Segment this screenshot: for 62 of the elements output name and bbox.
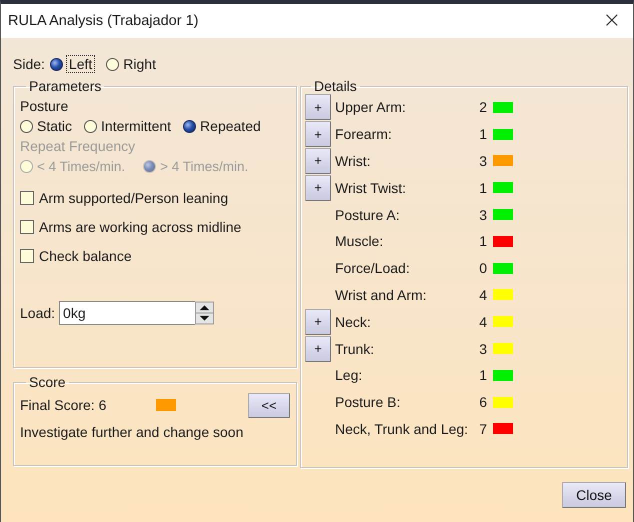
radio-label[interactable]: Repeated [200, 118, 261, 134]
detail-label: Wrist and Arm: [335, 286, 428, 303]
detail-label: Neck, Trunk and Leg: [335, 420, 469, 437]
posture-label: Posture [20, 98, 70, 114]
checkbox[interactable] [20, 220, 34, 234]
checkbox-label[interactable]: Arm supported/Person leaning [39, 190, 228, 206]
detail-label: Wrist Twist: [335, 180, 408, 196]
checkbox-label[interactable]: Arms are working across midline [39, 218, 242, 234]
detail-label: Muscle: [335, 233, 384, 250]
radio-label[interactable]: Left [66, 56, 94, 72]
detail-label: Leg: [335, 367, 364, 384]
detail-score: 0 [478, 260, 487, 276]
panel-title: Score [28, 374, 67, 390]
load-field[interactable]: 0kg [59, 301, 196, 325]
detail-label: Posture B: [335, 394, 402, 410]
detail-score: 4 [478, 314, 487, 330]
detail-label: Wrist: [335, 152, 372, 169]
detail-label: Trunk: [335, 340, 376, 357]
detail-score: 1 [478, 126, 487, 142]
radio-label[interactable]: Right [123, 56, 156, 72]
radio-label[interactable]: Static [37, 118, 72, 134]
close-button[interactable]: Close [562, 482, 626, 508]
side-label: Side: [13, 56, 45, 72]
detail-label: Force/Load: [335, 260, 411, 276]
detail-score: 3 [478, 152, 487, 169]
detail-label: Upper Arm: [335, 99, 407, 116]
detail-score: 2 [478, 99, 487, 116]
detail-score: 1 [478, 180, 487, 196]
expand-button[interactable]: + [305, 121, 331, 148]
detail-score: 7 [478, 420, 487, 437]
checkbox-label[interactable]: Check balance [39, 248, 132, 264]
collapse-button[interactable]: << [248, 392, 290, 418]
detail-score: 3 [478, 206, 487, 223]
checkbox[interactable] [20, 190, 34, 204]
radio-label[interactable]: Intermittent [101, 118, 172, 134]
radio-button[interactable] [183, 120, 196, 132]
expand-button[interactable]: + [305, 174, 331, 201]
radio-button[interactable] [84, 120, 98, 132]
checkbox[interactable] [20, 248, 34, 262]
detail-score: 6 [478, 394, 487, 410]
radio-button[interactable] [20, 120, 33, 132]
detail-score: 1 [478, 367, 487, 384]
detail-score: 3 [478, 340, 487, 357]
panel-title: Details [313, 78, 358, 94]
final-score: Final Score: 6 [20, 397, 108, 413]
window-title: RULA Analysis (Trabajador 1) [8, 13, 198, 29]
expand-button[interactable]: + [305, 148, 331, 174]
score-message: Investigate further and change soon [20, 424, 244, 440]
detail-label: Posture A: [335, 206, 401, 223]
load-label: Load: [20, 305, 56, 321]
detail-score: 4 [478, 286, 487, 303]
radio-button[interactable] [50, 58, 63, 70]
panel-title: Parameters [28, 78, 102, 94]
expand-button[interactable]: + [305, 308, 331, 335]
spin-arrows-icon[interactable] [195, 301, 214, 325]
detail-score: 1 [478, 233, 487, 250]
expand-button[interactable]: + [305, 336, 331, 362]
detail-label: Neck: [335, 314, 372, 330]
detail-label: Forearm: [335, 126, 393, 142]
repeat-frequency-label: Repeat Frequency [20, 138, 136, 154]
expand-button[interactable]: + [305, 94, 331, 120]
radio-button[interactable] [106, 58, 120, 70]
